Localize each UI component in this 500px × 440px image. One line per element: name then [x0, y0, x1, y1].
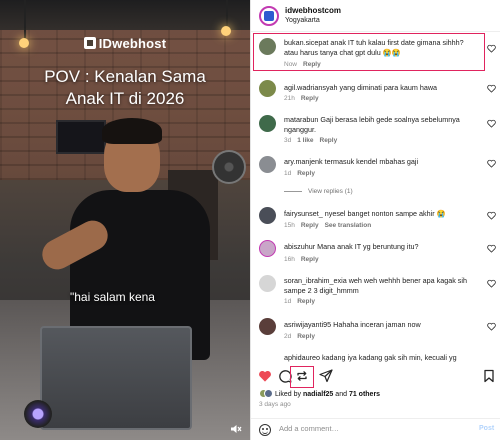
- comment-text: matarabun Gaji berasa lebih gede soalnya…: [284, 115, 460, 134]
- pendant-bulb: [221, 26, 231, 36]
- pendant-cord: [24, 0, 26, 40]
- like-count[interactable]: 1 like: [297, 137, 313, 144]
- reply-button[interactable]: Reply: [297, 298, 315, 305]
- heart-icon[interactable]: [487, 322, 496, 331]
- commenter-avatar[interactable]: [259, 207, 276, 224]
- like-heart-icon[interactable]: [258, 369, 272, 383]
- comment-meta: 1d Reply: [284, 298, 315, 305]
- comment-time: 2d: [284, 333, 292, 340]
- video-headline: POV : Kenalan Sama Anak IT di 2026: [0, 66, 250, 110]
- reply-button[interactable]: Reply: [297, 170, 315, 177]
- comment-meta: 16h Reply: [284, 256, 319, 263]
- brand-logo-icon: [83, 37, 96, 49]
- headline-line-1: POV : Kenalan Sama: [44, 67, 206, 86]
- comment-meta: 1d Reply: [284, 170, 315, 177]
- comment-text: soran_ibrahim_exia weh weh wehhh bener a…: [284, 276, 467, 295]
- person-hair: [102, 118, 162, 144]
- speaker-muted-icon[interactable]: [230, 424, 244, 436]
- pendant-cord: [226, 0, 228, 28]
- post-panel: idwebhostcom Yogyakarta bukan.sicepat an…: [250, 0, 500, 440]
- reply-button[interactable]: Reply: [301, 222, 319, 229]
- wall-tv: [56, 120, 106, 154]
- post-location[interactable]: Yogyakarta: [285, 17, 320, 24]
- reply-button[interactable]: Reply: [297, 333, 315, 340]
- sticker-logo: [24, 400, 52, 428]
- post-timestamp: 3 days ago: [259, 401, 291, 408]
- reply-button[interactable]: Reply: [301, 256, 319, 263]
- emoji-icon[interactable]: [259, 424, 271, 436]
- comment-time: 3d: [284, 137, 292, 144]
- commenter-avatar[interactable]: [259, 318, 276, 335]
- liker-username[interactable]: nadialf25: [303, 391, 333, 398]
- laptop: [40, 326, 192, 430]
- comment-text: fairysunset_ nyesel banget nonton sampe …: [284, 209, 446, 218]
- likes-others-count[interactable]: 71 others: [349, 391, 380, 398]
- account-name[interactable]: idwebhostcom: [285, 6, 341, 15]
- reel-video[interactable]: IDwebhost POV : Kenalan Sama Anak IT di …: [0, 0, 250, 440]
- commenter-avatar[interactable]: [259, 156, 276, 173]
- heart-icon[interactable]: [487, 84, 496, 93]
- heart-icon[interactable]: [487, 119, 496, 128]
- likes-conjunction: and: [335, 391, 347, 398]
- commenter-avatar[interactable]: [259, 240, 276, 257]
- reply-button[interactable]: Reply: [320, 137, 338, 144]
- comment-time: 1d: [284, 298, 292, 305]
- heart-icon[interactable]: [487, 159, 496, 168]
- share-send-icon[interactable]: [319, 369, 333, 383]
- screen: IDwebhost POV : Kenalan Sama Anak IT di …: [0, 0, 500, 440]
- heart-icon[interactable]: [487, 44, 496, 53]
- comment-meta: 15h Reply See translation: [284, 222, 371, 229]
- view-replies-button[interactable]: View replies (1): [284, 188, 353, 195]
- comment-text: agil.wadriansyah yang diminati para kaum…: [284, 83, 438, 92]
- comment-list[interactable]: bukan.sicepat anak IT tuh kalau first da…: [251, 32, 500, 366]
- comment-time: 15h: [284, 222, 295, 229]
- brand-text: IDwebhost: [98, 36, 167, 51]
- comment-time: 16h: [284, 256, 295, 263]
- comment-text: asriwijayanti95 Hahaha inceran jaman now: [284, 320, 421, 329]
- comment-meta: 21h Reply: [284, 95, 319, 102]
- highlight-box: [253, 33, 485, 71]
- add-comment-bar: Post: [251, 418, 500, 440]
- heart-icon[interactable]: [487, 279, 496, 288]
- liker-avatar: [264, 389, 273, 398]
- comment-meta: 2d Reply: [284, 333, 315, 340]
- comment-time: 21h: [284, 95, 295, 102]
- comment-meta: 3d 1 like Reply: [284, 137, 337, 144]
- likes-summary[interactable]: Liked by nadialf25 and 71 others: [259, 389, 380, 398]
- bookmark-icon[interactable]: [482, 369, 496, 383]
- see-translation-link[interactable]: See translation: [325, 222, 372, 229]
- post-header: idwebhostcom Yogyakarta: [251, 0, 500, 32]
- comment-time: 1d: [284, 170, 292, 177]
- comment-text: ary.manjenk termasuk kendel mbahas gaji: [284, 157, 419, 166]
- brand-watermark: IDwebhost: [0, 36, 250, 51]
- commenter-avatar[interactable]: [259, 80, 276, 97]
- add-comment-input[interactable]: [279, 424, 459, 433]
- commenter-avatar[interactable]: [259, 275, 276, 292]
- video-caption: "hai salam kena: [70, 290, 155, 304]
- repost-icon[interactable]: [295, 369, 309, 383]
- heart-icon[interactable]: [487, 211, 496, 220]
- comment-text: abiszuhur Mana anak IT yg beruntung itu?: [284, 242, 419, 251]
- commenter-avatar[interactable]: [259, 115, 276, 132]
- post-comment-button[interactable]: Post: [479, 425, 494, 432]
- likes-prefix: Liked by: [274, 391, 302, 398]
- action-bar: [251, 366, 500, 388]
- account-avatar[interactable]: [259, 6, 279, 26]
- headline-line-2: Anak IT di 2026: [65, 89, 185, 108]
- fan: [212, 150, 246, 184]
- heart-icon[interactable]: [487, 244, 496, 253]
- comment-text: aphidaureo kadang iya kadang gak sih min…: [284, 353, 457, 362]
- reply-button[interactable]: Reply: [301, 95, 319, 102]
